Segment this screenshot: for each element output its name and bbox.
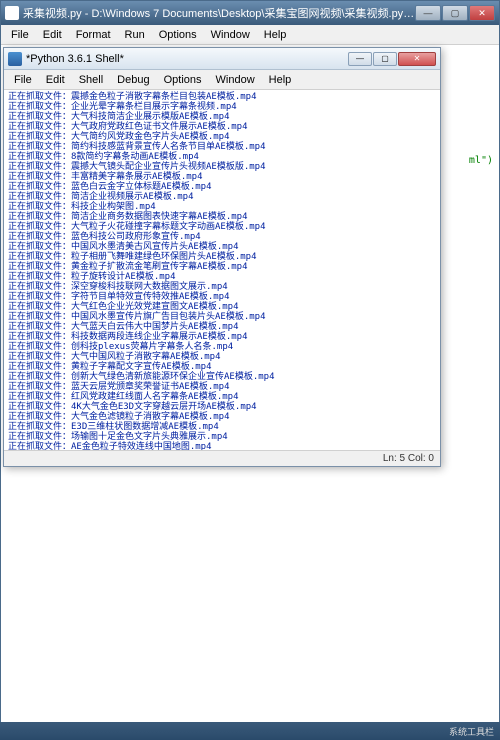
shell-menu-edit[interactable]: Edit	[40, 72, 71, 88]
main-titlebar[interactable]: 采集视频.py - D:\Windows 7 Documents\Desktop…	[1, 1, 499, 25]
output-line: 正在抓取文件：简洁企业商务数据图表快速字幕AE模板.mp4	[8, 212, 436, 222]
output-line: 正在抓取文件：丰富精美字幕条展示AE模板.mp4	[8, 172, 436, 182]
shell-titlebar[interactable]: *Python 3.6.1 Shell* — ▢ ✕	[4, 48, 440, 70]
output-line: 正在抓取文件：蓝天云层党颁章奖荣誉证书AE模板.mp4	[8, 382, 436, 392]
menu-window[interactable]: Window	[205, 27, 256, 43]
output-line: 正在抓取文件：大气中国风粒子消散字幕AE模板.mp4	[8, 352, 436, 362]
shell-menu-window[interactable]: Window	[210, 72, 261, 88]
shell-menu-debug[interactable]: Debug	[111, 72, 155, 88]
menu-run[interactable]: Run	[119, 27, 151, 43]
output-line: 正在抓取文件：大气粒子火花碰撞字幕标题文字动画AE模板.mp4	[8, 222, 436, 232]
shell-menubar: FileEditShellDebugOptionsWindowHelp	[4, 70, 440, 90]
shell-menu-shell[interactable]: Shell	[73, 72, 109, 88]
shell-maximize-button[interactable]: ▢	[373, 52, 397, 66]
output-line: 正在抓取文件：E3D三维柱状图数据增减AE模板.mp4	[8, 422, 436, 432]
output-line: 正在抓取文件：字符节目单特效宣传特效推AE模板.mp4	[8, 292, 436, 302]
output-line: 正在抓取文件：震撼大气镜头配企业宣传片头视频AE模板版.mp4	[8, 162, 436, 172]
shell-output[interactable]: 正在抓取文件：震撼金色粒子消散字幕条栏目包装AE模板.mp4正在抓取文件：企业光…	[4, 90, 440, 450]
output-line: 正在抓取文件：科技数据两段连线企业字幕展示AE模板.mp4	[8, 332, 436, 342]
menu-edit[interactable]: Edit	[37, 27, 68, 43]
output-line: 正在抓取文件：大气政府党政红色证书文件展示AE模板.mp4	[8, 122, 436, 132]
output-line: 正在抓取文件：中国风水墨宣传片旗广告目包装片头AE模板.mp4	[8, 312, 436, 322]
output-line: 正在抓取文件：大气红色企业光效党建宣图文AE模板.mp4	[8, 302, 436, 312]
close-button[interactable]: ✕	[469, 5, 495, 21]
output-line: 正在抓取文件：粒子旋转设计AE模板.mp4	[8, 272, 436, 282]
output-line: 正在抓取文件：蓝色白云金字立体标题AE模板.mp4	[8, 182, 436, 192]
output-line: 正在抓取文件：创科技plexus荧幕片字幕条人名条.mp4	[8, 342, 436, 352]
output-line: 正在抓取文件：AE金色粒子特效连线中国地图.mp4	[8, 442, 436, 450]
shell-window: *Python 3.6.1 Shell* — ▢ ✕ FileEditShell…	[3, 47, 441, 467]
output-line: 正在抓取文件：大气金色滤镜粒子消散字幕AE模板.mp4	[8, 412, 436, 422]
python-shell-icon	[8, 52, 22, 66]
cursor-position: Ln: 5 Col: 0	[383, 453, 434, 464]
minimize-button[interactable]: —	[415, 5, 441, 21]
output-line: 正在抓取文件：黄金粒子扩散流金笔刷宣传字幕AE模板.mp4	[8, 262, 436, 272]
output-line: 正在抓取文件：企业光晕字幕条栏目展示字幕条视频.mp4	[8, 102, 436, 112]
output-line: 正在抓取文件：创新大气绿色清新旅能源环保企业宣传AE模板.mp4	[8, 372, 436, 382]
maximize-button[interactable]: ▢	[442, 5, 468, 21]
output-line: 正在抓取文件：黄粒子字幕配文字宣传AE模板.mp4	[8, 362, 436, 372]
output-line: 正在抓取文件：中国风水墨清美古风宣传片头AE模板.mp4	[8, 242, 436, 252]
taskbar[interactable]: 系统工具栏	[0, 722, 500, 740]
shell-statusbar: Ln: 5 Col: 0	[4, 450, 440, 466]
output-line: 正在抓取文件：4K大气金色E3D文字穿越云层开场AE模板.mp4	[8, 402, 436, 412]
output-line: 正在抓取文件：粒子相册飞舞唯建绿色环保图片头AE模板.mp4	[8, 252, 436, 262]
shell-menu-options[interactable]: Options	[158, 72, 208, 88]
shell-close-button[interactable]: ✕	[398, 52, 436, 66]
output-line: 正在抓取文件：大气蓝天白云伟大中国梦片头AE模板.mp4	[8, 322, 436, 332]
shell-menu-file[interactable]: File	[8, 72, 38, 88]
menu-file[interactable]: File	[5, 27, 35, 43]
main-title: 采集视频.py - D:\Windows 7 Documents\Desktop…	[23, 5, 415, 21]
output-line: 正在抓取文件：大气科技简洁企业展示模版AE模板.mp4	[8, 112, 436, 122]
output-line: 正在抓取文件：简约科技感蓝背景宣传人名条节目单AE模板.mp4	[8, 142, 436, 152]
output-line: 正在抓取文件：8款简约字幕条动画AE模板.mp4	[8, 152, 436, 162]
output-line: 正在抓取文件：场输图十足金色文字片头典雅展示.mp4	[8, 432, 436, 442]
shell-minimize-button[interactable]: —	[348, 52, 372, 66]
menu-help[interactable]: Help	[258, 27, 293, 43]
main-window-buttons: — ▢ ✕	[415, 5, 495, 21]
output-line: 正在抓取文件：简洁企业视频展示AE模板.mp4	[8, 192, 436, 202]
shell-title: *Python 3.6.1 Shell*	[26, 53, 347, 65]
output-line: 正在抓取文件：深空穿梭科技联网大数据图文展示.mp4	[8, 282, 436, 292]
output-line: 正在抓取文件：震撼金色粒子消散字幕条栏目包装AE模板.mp4	[8, 92, 436, 102]
output-line: 正在抓取文件：蓝色科技公司政府形象宣传.mp4	[8, 232, 436, 242]
shell-menu-help[interactable]: Help	[263, 72, 298, 88]
output-line: 正在抓取文件：红风党政建红线面人名字幕条AE模板.mp4	[8, 392, 436, 402]
taskbar-label: 系统工具栏	[449, 725, 494, 738]
output-line: 正在抓取文件：大气简约风党政金色字片头AE模板.mp4	[8, 132, 436, 142]
code-fragment: ml")	[469, 155, 493, 166]
main-menubar: FileEditFormatRunOptionsWindowHelp	[1, 25, 499, 45]
menu-options[interactable]: Options	[153, 27, 203, 43]
output-line: 正在抓取文件：科技企业构架图.mp4	[8, 202, 436, 212]
menu-format[interactable]: Format	[70, 27, 117, 43]
python-icon	[5, 6, 19, 20]
